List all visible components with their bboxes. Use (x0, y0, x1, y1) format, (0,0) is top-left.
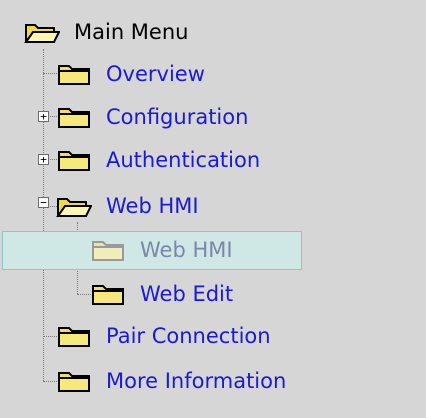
tree-root-main-menu[interactable]: Main Menu (24, 12, 188, 52)
folder-icon (58, 65, 90, 85)
tree-item-label: Pair Connection (106, 324, 271, 348)
folder-icon (58, 372, 90, 392)
folder-icon (58, 151, 90, 171)
tree-item-label: Main Menu (74, 20, 189, 44)
tree-item-configuration[interactable]: Configuration (56, 97, 248, 137)
tree-item-label: Web Edit (140, 282, 234, 306)
tree-item-web-hmi-group[interactable]: Web HMI (56, 186, 199, 226)
tree-item-label: Configuration (106, 105, 249, 129)
tree-item-label: More Information (106, 369, 287, 393)
tree-item-label: Overview (106, 62, 205, 86)
folder-icon (92, 241, 124, 261)
tree-item-label: Web HMI (106, 194, 199, 218)
tree-item-more-information[interactable]: More Information (56, 361, 286, 401)
tree-item-label: Web HMI (140, 238, 233, 262)
tree-connector (43, 49, 44, 381)
tree-item-web-edit[interactable]: Web Edit (90, 274, 233, 314)
expand-toggle[interactable]: + (38, 111, 49, 122)
tree-item-pair-connection[interactable]: Pair Connection (56, 316, 271, 356)
tree-connector (43, 73, 57, 74)
folder-icon (58, 327, 90, 347)
tree-item-label: Authentication (106, 148, 261, 172)
tree-item-authentication[interactable]: Authentication (56, 140, 260, 180)
tree-connector (77, 294, 91, 295)
tree-connector (43, 381, 57, 382)
tree-item-web-hmi[interactable]: Web HMI (90, 230, 233, 270)
navigation-tree: Main Menu Overview + Configuration + Aut… (0, 0, 426, 418)
open-folder-icon (24, 24, 60, 43)
folder-icon (92, 285, 124, 305)
open-folder-icon (56, 198, 92, 217)
folder-icon (58, 108, 90, 128)
tree-connector (43, 336, 57, 337)
expand-toggle[interactable]: + (38, 154, 49, 165)
collapse-toggle[interactable]: − (38, 197, 49, 208)
tree-item-overview[interactable]: Overview (56, 54, 205, 94)
